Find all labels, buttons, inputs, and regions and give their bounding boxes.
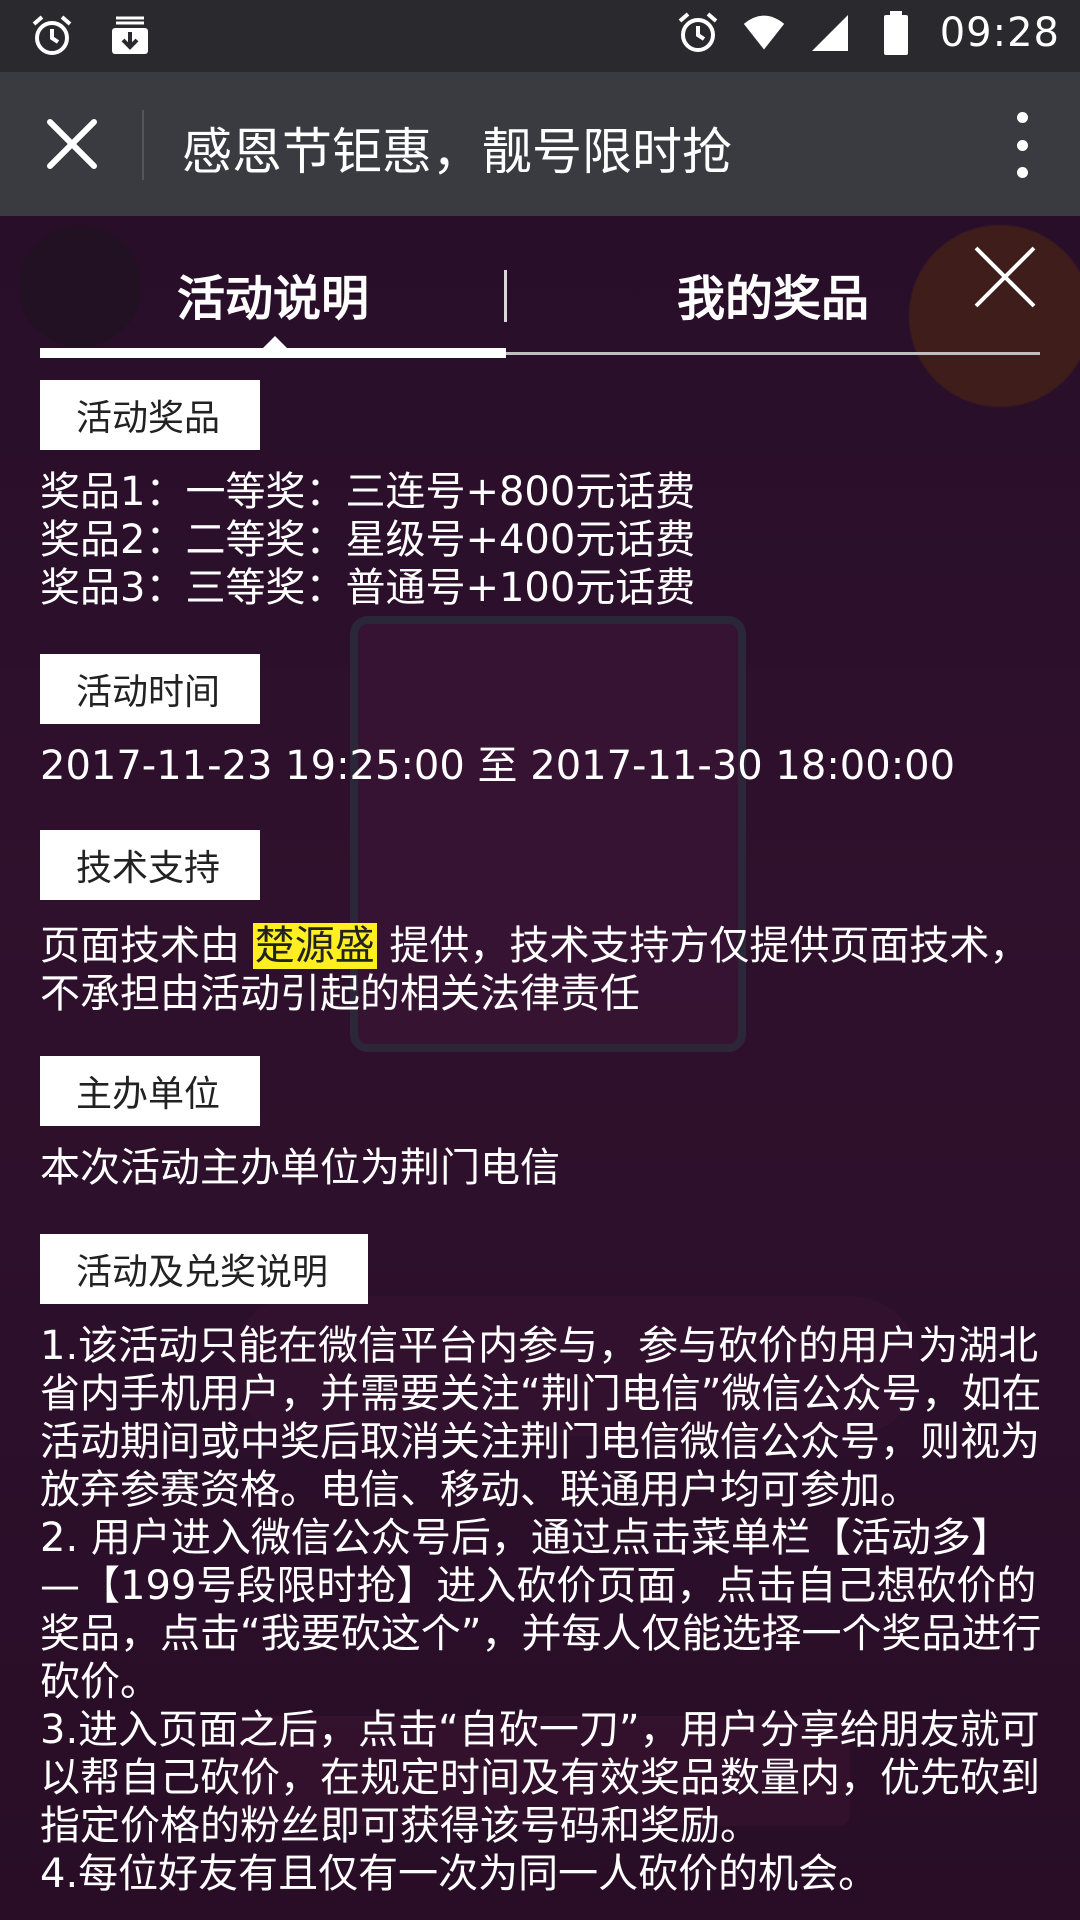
close-page-button[interactable] [40, 116, 104, 172]
organizer-text: 本次活动主办单位为荆门电信 [40, 1145, 560, 1191]
section-label-time: 活动时间 [40, 654, 260, 724]
page-title: 感恩节钜惠，靓号限时抢 [182, 123, 732, 181]
title-bar: 感恩节钜惠，靓号限时抢 [0, 72, 1080, 216]
wifi-icon [742, 11, 786, 55]
section-label-tech: 技术支持 [40, 830, 260, 900]
tab-my-prizes[interactable]: 我的奖品 [540, 242, 1006, 346]
battery-icon [874, 11, 918, 55]
close-icon [974, 246, 1036, 308]
alarm-icon [30, 14, 74, 58]
alarm-icon [676, 11, 720, 55]
tech-support-text: 页面技术由 楚源盛 提供，技术支持方仅提供页面技术，不承担由活动引起的相关法律责… [40, 922, 1050, 1018]
more-dot-icon [1016, 112, 1028, 123]
activity-info-modal: 活动说明 我的奖品 活动奖品 奖品1：一等奖：三连号+800元话费 奖品2：二等… [0, 216, 1080, 1920]
more-dot-icon [1016, 167, 1028, 178]
more-dot-icon [1016, 139, 1028, 151]
close-icon [47, 119, 97, 169]
section-label-rules: 活动及兑奖说明 [40, 1234, 368, 1304]
section-label-prizes: 活动奖品 [40, 380, 260, 450]
tech-text-before: 页面技术由 [40, 923, 253, 969]
prize-line: 奖品1：一等奖：三连号+800元话费 [40, 469, 696, 515]
status-bar: 09:28 [0, 0, 1080, 72]
rules-text: 1.该活动只能在微信平台内参与，参与砍价的用户为湖北省内手机用户，并需要关注“荆… [40, 1323, 1042, 1897]
tab-caret-icon [263, 336, 287, 348]
tab-activity-info[interactable]: 活动说明 [40, 242, 506, 346]
section-label-organizer: 主办单位 [40, 1056, 260, 1126]
title-divider [142, 110, 144, 180]
more-menu-button[interactable] [994, 112, 1050, 178]
activity-time-text: 2017-11-23 19:25:00 至 2017-11-30 18:00:0… [40, 743, 956, 789]
tech-provider-highlight: 楚源盛 [252, 923, 377, 969]
prize-line: 奖品2：二等奖：星级号+400元话费 [40, 517, 696, 563]
signal-icon [808, 11, 852, 55]
tab-separator [504, 270, 507, 322]
clock-time: 09:28 [939, 10, 1060, 56]
prize-line: 奖品3：三等奖：普通号+100元话费 [40, 565, 696, 611]
modal-tabs: 活动说明 我的奖品 [40, 242, 1040, 358]
download-icon [108, 14, 152, 58]
tab-active-indicator [40, 348, 506, 358]
modal-close-button[interactable] [970, 242, 1040, 312]
